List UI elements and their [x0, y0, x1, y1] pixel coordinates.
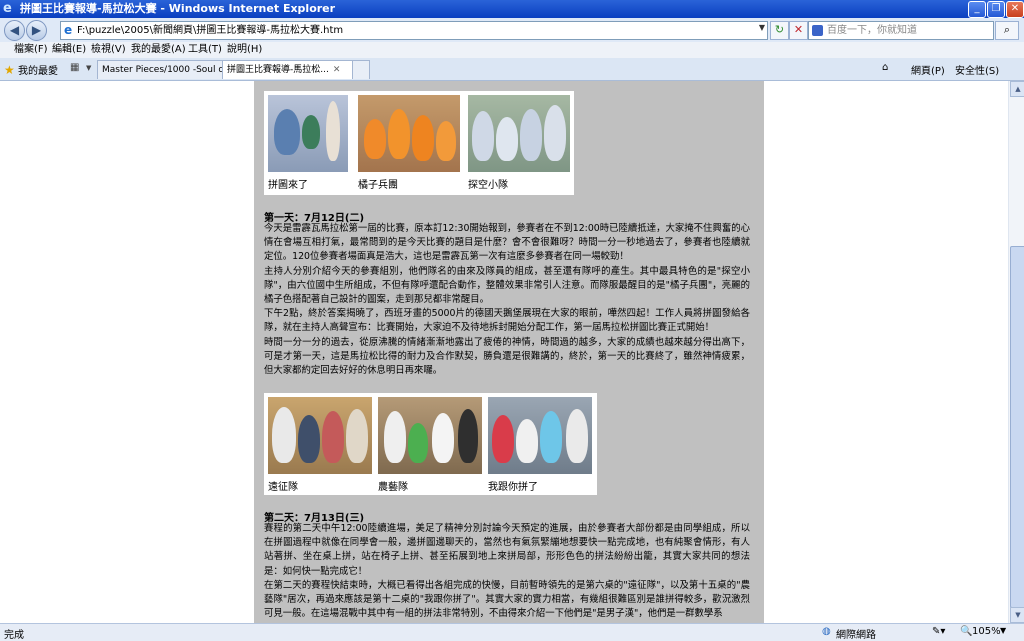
- photo-expedition-team: 遠征隊: [268, 397, 372, 493]
- minimize-button[interactable]: _: [968, 1, 986, 18]
- photo-caption: 遠征隊: [268, 482, 298, 493]
- page-icon: e: [64, 23, 73, 37]
- paragraph: 主持人分別介紹今天的參賽組別，他們隊名的由來及隊員的組成，甚至還有隊呼的產生。其…: [264, 265, 750, 306]
- day1-body: 今天是雷霹瓦馬拉松第一屆的比賽，原本訂12:30開始報到，參賽者在不到12:00…: [264, 222, 750, 378]
- menu-bar: 檔案(F) 編輯(E) 檢視(V) 我的最愛(A) 工具(T) 說明(H): [0, 42, 1024, 59]
- paragraph: 在第二天的賽程快結束時，大概已看得出各組完成的快慢，目前暫時領先的是第六桌的"遠…: [264, 579, 750, 620]
- paragraph: 今天是雷霹瓦馬拉松第一屆的比賽，原本訂12:30開始報到，參賽者在不到12:00…: [264, 223, 750, 263]
- favorites-button[interactable]: ★ 我的最愛: [4, 62, 58, 77]
- menu-tools[interactable]: 工具(T): [188, 43, 222, 57]
- close-tab-icon[interactable]: ✕: [333, 65, 341, 75]
- paragraph: 賽程的第二天中午12:00陸續進場，美足了精神分別討論今天預定的進展，由於參賽者…: [264, 523, 750, 577]
- scroll-up-icon[interactable]: ▲: [1010, 81, 1024, 97]
- zoom-level[interactable]: 105%: [972, 626, 1001, 637]
- back-button[interactable]: ◀: [4, 20, 25, 41]
- chevron-down-icon[interactable]: ▼: [759, 23, 765, 32]
- address-url[interactable]: F:\puzzle\2005\新聞網頁\拼圖王比賽報導-馬拉松大賽.htm: [77, 22, 343, 39]
- address-toolbar: ◀ ▶ e F:\puzzle\2005\新聞網頁\拼圖王比賽報導-馬拉松大賽.…: [0, 18, 1024, 43]
- favorites-label: 我的最愛: [17, 66, 58, 77]
- search-placeholder: 百度一下，你就知道: [827, 25, 917, 36]
- tab-master-pieces[interactable]: Master Pieces/1000 -Soul of t...: [97, 60, 223, 79]
- paragraph: 時間一分一分的過去，從原沸騰的情緒漸漸地露出了疲倦的神情，時間過的越多，大家的成…: [264, 336, 750, 377]
- photo-caption: 我跟你拼了: [488, 482, 538, 493]
- photo-caption: 探空小隊: [468, 180, 508, 191]
- photo-orange-team: 橘子兵團: [358, 95, 460, 191]
- tab-label: 拼圖王比賽報導-馬拉松...: [227, 65, 329, 75]
- status-bar: 完成 ◍ 網際網路 ✎▾ 🔍 105% ▼: [0, 623, 1024, 641]
- search-button[interactable]: ⌕: [995, 21, 1019, 40]
- close-button[interactable]: ✕: [1006, 1, 1024, 18]
- tab-bar: ★ 我的最愛 ▦ ▼ Master Pieces/1000 -Soul of t…: [0, 58, 1024, 81]
- title-bar: e 拼圖王比賽報導-馬拉松大賽 - Windows Internet Explo…: [0, 0, 1024, 18]
- zoom-icon[interactable]: 🔍: [960, 626, 972, 637]
- zone-label: 網際網路: [836, 630, 876, 641]
- forward-button[interactable]: ▶: [26, 20, 47, 41]
- photo-caption: 拼圖來了: [268, 180, 308, 191]
- menu-help[interactable]: 說明(H): [227, 43, 262, 57]
- scroll-thumb[interactable]: [1010, 246, 1024, 608]
- day2-body: 賽程的第二天中午12:00陸續進場，美足了精神分別討論今天預定的進展，由於參賽者…: [264, 522, 750, 621]
- ie-logo-icon: e: [3, 1, 12, 16]
- home-icon[interactable]: ⌂: [882, 62, 888, 73]
- article: 拼圖來了 橘子兵團 探空小隊 第一天：7月12日(二) 今天是雷霹瓦馬拉松第一屆…: [254, 81, 764, 623]
- photo-puzzle-arrives: 拼圖來了: [268, 95, 348, 191]
- photo-agri-team: 農藝隊: [378, 397, 482, 493]
- star-icon: ★: [4, 63, 15, 77]
- quick-tabs-icon[interactable]: ▦: [70, 62, 79, 76]
- photo-fight-team: 我跟你拼了: [488, 397, 592, 493]
- photo-row-1: 拼圖來了 橘子兵團 探空小隊: [264, 91, 574, 195]
- globe-icon: ◍: [822, 626, 831, 637]
- photo-space-team: 探空小隊: [468, 95, 570, 191]
- status-text: 完成: [4, 630, 24, 641]
- menu-favorites[interactable]: 我的最愛(A): [131, 43, 186, 57]
- maximize-button[interactable]: ❐: [987, 1, 1005, 18]
- stop-button[interactable]: ✕: [789, 21, 808, 40]
- page-menu[interactable]: 網頁(P): [911, 62, 945, 77]
- chevron-down-icon[interactable]: ▼: [1000, 626, 1006, 635]
- protected-mode-icon[interactable]: ✎▾: [932, 626, 945, 637]
- photo-caption: 橘子兵團: [358, 180, 398, 191]
- tab-list-icon[interactable]: ▼: [86, 64, 91, 78]
- photo-row-2: 遠征隊 農藝隊 我跟你拼了: [264, 393, 597, 495]
- scroll-down-icon[interactable]: ▼: [1010, 607, 1024, 623]
- safety-menu[interactable]: 安全性(S): [955, 62, 999, 77]
- baidu-icon: [812, 25, 823, 36]
- refresh-button[interactable]: ↻: [770, 21, 789, 40]
- paragraph: 下午2點，終於答案揭曉了，西班牙畫的5000片的德國天鵝堡展現在大家的眼前，嘩然…: [264, 308, 750, 334]
- window-title: 拼圖王比賽報導-馬拉松大賽 - Windows Internet Explore…: [20, 2, 336, 15]
- new-tab-button[interactable]: [352, 60, 370, 79]
- vertical-scrollbar[interactable]: ▲ ▼: [1008, 81, 1024, 623]
- search-input[interactable]: 百度一下，你就知道: [808, 21, 994, 40]
- tab-current[interactable]: 拼圖王比賽報導-馬拉松... ✕: [222, 60, 354, 79]
- menu-view[interactable]: 檢視(V): [91, 43, 126, 57]
- address-field[interactable]: e F:\puzzle\2005\新聞網頁\拼圖王比賽報導-馬拉松大賽.htm …: [60, 21, 768, 40]
- photo-caption: 農藝隊: [378, 482, 408, 493]
- menu-edit[interactable]: 編輯(E): [52, 43, 86, 57]
- page-viewport: 拼圖來了 橘子兵團 探空小隊 第一天：7月12日(二) 今天是雷霹瓦馬拉松第一屆…: [0, 81, 1008, 623]
- tab-label: Master Pieces/1000 -Soul of t...: [102, 65, 222, 75]
- menu-file[interactable]: 檔案(F): [14, 43, 48, 57]
